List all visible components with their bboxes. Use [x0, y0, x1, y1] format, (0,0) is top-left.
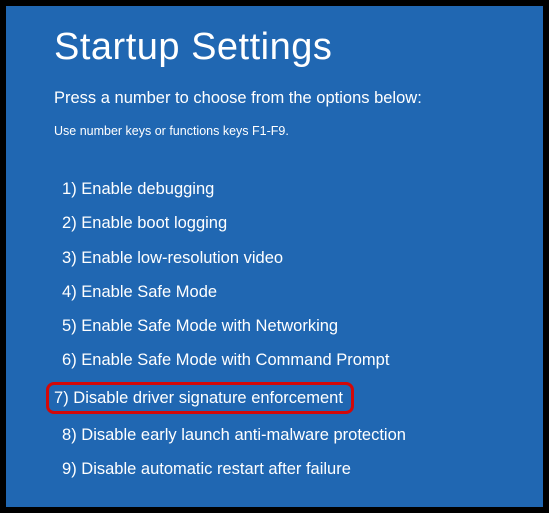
option-label: Enable Safe Mode: [81, 283, 217, 301]
option-label: Enable debugging: [81, 180, 214, 198]
option-number: 5: [62, 317, 71, 335]
option-8[interactable]: 8) Disable early launch anti-malware pro…: [54, 422, 505, 448]
option-label: Disable early launch anti-malware protec…: [81, 426, 406, 444]
page-title: Startup Settings: [54, 26, 505, 69]
option-label: Enable boot logging: [81, 214, 227, 232]
option-number: 4: [62, 283, 71, 301]
hint-text: Use number keys or functions keys F1-F9.: [54, 124, 505, 138]
option-text-wrap: 6) Enable Safe Mode with Command Prompt: [54, 347, 397, 373]
option-number: 7: [54, 389, 63, 407]
option-label: Disable automatic restart after failure: [81, 460, 351, 478]
option-label: Enable low-resolution video: [81, 249, 283, 267]
option-highlight: 7) Disable driver signature enforcement: [46, 382, 354, 414]
option-number: 3: [62, 249, 71, 267]
option-text-wrap: 4) Enable Safe Mode: [54, 279, 225, 305]
option-4[interactable]: 4) Enable Safe Mode: [54, 279, 505, 305]
option-1[interactable]: 1) Enable debugging: [54, 176, 505, 202]
instruction-text: Press a number to choose from the option…: [54, 89, 505, 108]
option-text-wrap: 8) Disable early launch anti-malware pro…: [54, 422, 414, 448]
option-text-wrap: 1) Enable debugging: [54, 176, 222, 202]
option-3[interactable]: 3) Enable low-resolution video: [54, 245, 505, 271]
option-label: Enable Safe Mode with Networking: [81, 317, 338, 335]
option-7[interactable]: 7) Disable driver signature enforcement: [54, 382, 505, 414]
option-2[interactable]: 2) Enable boot logging: [54, 210, 505, 236]
option-number: 6: [62, 351, 71, 369]
option-6[interactable]: 6) Enable Safe Mode with Command Prompt: [54, 347, 505, 373]
option-number: 9: [62, 460, 71, 478]
option-text-wrap: 3) Enable low-resolution video: [54, 245, 291, 271]
option-9[interactable]: 9) Disable automatic restart after failu…: [54, 456, 505, 482]
option-text-wrap: 2) Enable boot logging: [54, 210, 235, 236]
startup-settings-screen: Startup Settings Press a number to choos…: [6, 6, 543, 507]
option-text-wrap: 9) Disable automatic restart after failu…: [54, 456, 359, 482]
options-list: 1) Enable debugging 2) Enable boot loggin…: [54, 176, 505, 482]
option-label: Enable Safe Mode with Command Prompt: [81, 351, 389, 369]
option-label: Disable driver signature enforcement: [73, 389, 343, 407]
option-number: 8: [62, 426, 71, 444]
option-number: 2: [62, 214, 71, 232]
option-5[interactable]: 5) Enable Safe Mode with Networking: [54, 313, 505, 339]
option-text-wrap: 5) Enable Safe Mode with Networking: [54, 313, 346, 339]
option-number: 1: [62, 180, 71, 198]
